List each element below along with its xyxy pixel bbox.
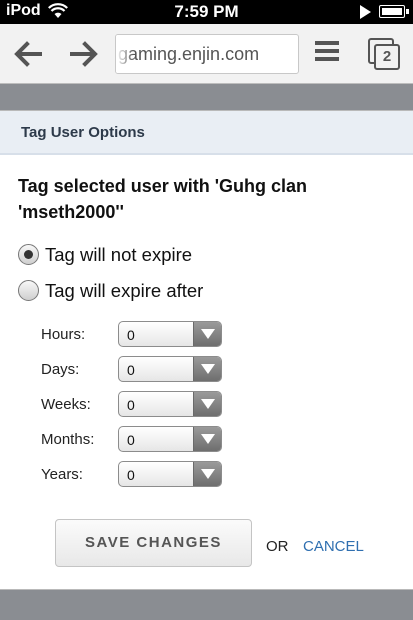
hours-select[interactable]: 0 [118, 321, 222, 347]
or-separator: OR [266, 538, 289, 555]
dialog-title: Tag selected user with 'Guhg clan 'mseth… [18, 176, 308, 222]
cancel-link[interactable]: CANCEL [303, 538, 364, 555]
days-label: Days: [41, 361, 80, 378]
tabs-button[interactable]: 2 [368, 38, 402, 72]
years-select[interactable]: 0 [118, 461, 222, 487]
days-select[interactable]: 0 [118, 356, 222, 382]
arrow-left-icon [14, 41, 42, 67]
url-field[interactable]: gaming.enjin.com [115, 34, 299, 74]
dropdown-arrow-icon [193, 392, 221, 416]
radio-button-checked[interactable] [18, 244, 39, 265]
dropdown-arrow-icon [193, 462, 221, 486]
hours-row: Hours: 0 [41, 321, 231, 351]
forward-button[interactable] [68, 38, 100, 70]
battery-icon [379, 5, 409, 18]
years-row: Years: 0 [41, 461, 231, 491]
option-label: Tag will expire after [45, 280, 204, 301]
dropdown-arrow-icon [193, 322, 221, 346]
weeks-label: Weeks: [41, 396, 91, 413]
years-label: Years: [41, 466, 83, 483]
save-changes-button[interactable]: SAVE CHANGES [55, 519, 252, 567]
status-bar: iPod 7:59 PM [0, 0, 413, 24]
play-icon [360, 5, 371, 19]
back-button[interactable] [12, 38, 44, 70]
browser-toolbar: gaming.enjin.com 2 [0, 24, 413, 84]
url-text: gaming.enjin.com [118, 44, 260, 64]
dropdown-arrow-icon [193, 427, 221, 451]
hours-label: Hours: [41, 326, 86, 343]
menu-button[interactable] [315, 41, 339, 65]
months-row: Months: 0 [41, 426, 231, 456]
option-label: Tag will not expire [45, 244, 193, 265]
radio-button[interactable] [18, 280, 39, 301]
dropdown-arrow-icon [193, 357, 221, 381]
weeks-row: Weeks: 0 [41, 391, 231, 421]
months-select[interactable]: 0 [118, 426, 222, 452]
weeks-select[interactable]: 0 [118, 391, 222, 417]
arrow-right-icon [70, 41, 98, 67]
months-label: Months: [41, 431, 95, 448]
hamburger-menu-icon [315, 41, 339, 61]
tab-count: 2 [374, 44, 400, 70]
clock: 7:59 PM [174, 2, 239, 21]
dialog-header: Tag User Options [0, 111, 413, 155]
days-row: Days: 0 [41, 356, 231, 386]
tag-user-dialog: Tag User Options Tag selected user with … [0, 110, 413, 590]
